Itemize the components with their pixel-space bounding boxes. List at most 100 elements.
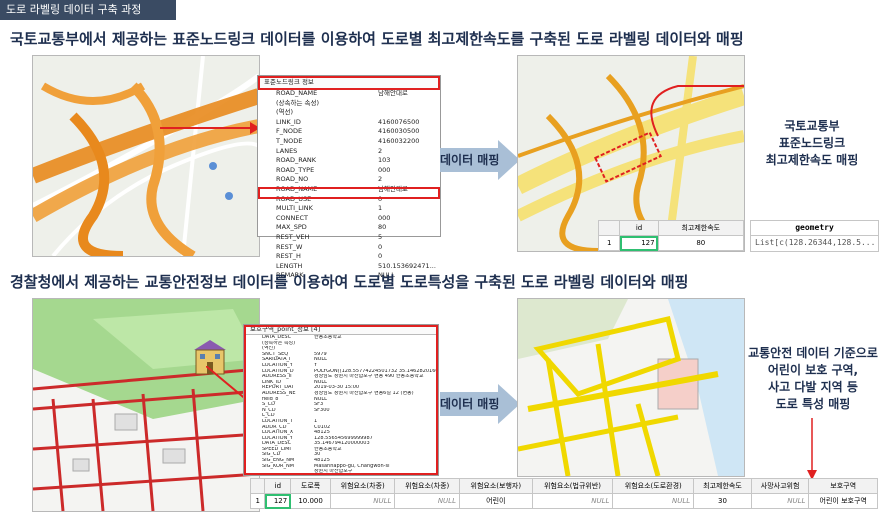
attr-key: ROAD_TYPE (276, 165, 315, 174)
table-header-cell (249, 478, 266, 494)
table-cell: 1 (597, 235, 621, 251)
attr-value: 2 (378, 146, 383, 155)
result-table-1: id 최고제한속도 1 127 80 (597, 220, 745, 251)
table-cell: NULL (750, 493, 810, 509)
attr-value: 4160076500 (378, 117, 420, 126)
section2-heading: 경찰청에서 제공하는 교통안전정보 데이터를 이용하여 도로별 도로특성을 구축… (10, 273, 689, 291)
attr-row: ROAD_RANK 103 (258, 156, 440, 166)
geometry-value: List[c(128.26344,128.5... (755, 238, 876, 247)
attr-row: (역선) (258, 108, 440, 118)
table-header-cell: 위험요소(보행자) (458, 478, 533, 494)
table-cell: 어린이 (458, 493, 533, 509)
attr-row: MULTI_LINK 1 (258, 204, 440, 214)
table-cell: 80 (657, 235, 745, 251)
attr-key: REST_W (276, 242, 303, 251)
attr-key: ROAD_RANK (276, 156, 317, 165)
attr-row: ROAD_NO 2 (258, 175, 440, 185)
attr-key: F_NODE (276, 127, 303, 136)
table-header-cell: 보호구역 (808, 478, 878, 494)
table-header-cell: 위험요소(법규위반) (531, 478, 614, 494)
attr-value: 5 (378, 232, 383, 241)
table-header-cell: 최고제한속도 (657, 220, 745, 236)
mapping-note-2: 교통안전 데이터 기준으로 어린이 보호 구역, 사고 다발 지역 등 도로 특… (748, 346, 878, 411)
table-cell: NULL (531, 493, 614, 509)
attr-row: LANES 2 (258, 147, 440, 157)
mapping-label-2: 데이터 매핑 (440, 397, 500, 411)
attr-row: REST_W 0 (258, 243, 440, 253)
table-cell: 127 (264, 493, 292, 509)
table-cell: 어린이 보호구역 (808, 493, 878, 509)
road-map-1 (32, 55, 260, 257)
table-header-cell (597, 220, 621, 236)
attr-key: LINK_ID (276, 117, 301, 126)
attr-value: 103 (378, 156, 391, 165)
attr-value: 80 (378, 223, 387, 232)
attr-value: 0 (378, 252, 383, 261)
safety-map-2 (517, 298, 745, 477)
geometry-header: geometry (751, 221, 878, 236)
table-header-cell: 도로폭 (290, 478, 331, 494)
attr-key: ROAD_NAME (276, 89, 318, 97)
highlight-safety-table (244, 325, 438, 475)
mapping-note-1: 국토교통부 표준노드링크 최고제한속도 매핑 (765, 119, 859, 167)
attr-key: CONNECT (276, 213, 308, 222)
attr-value: 000 (378, 165, 391, 174)
table-header-cell: 위험요소(차종) (394, 478, 460, 494)
attr-value (378, 108, 440, 118)
link-attribute-table: 표준노드링크 정보 ROAD_NAME 남해안대로 (상속하는 속성) (역선) LIN… (257, 75, 441, 279)
attr-key: (상속하는 속성) (276, 98, 320, 107)
attr-value: 0 (378, 242, 383, 251)
result-table-2: id 도로폭 위험요소(차종) 위험요소(차종) 위험요소(보행자) 위험요소(법규위반)… (249, 478, 878, 509)
link-arrow-1 (160, 122, 260, 134)
attr-key: LENGTH (276, 261, 303, 270)
highlight-header (258, 76, 440, 90)
attr-row: LINK_ID 4160076500 (258, 118, 440, 128)
safety-attribute-table: 보호구역_point_정보 [4] DATA_DESC 한동초등학교 (상속하는 속… (243, 324, 439, 476)
attr-value: 1 (378, 204, 383, 213)
table-cell: NULL (394, 493, 460, 509)
page-title: 도로 라벨링 데이터 구축 과정 (0, 0, 176, 20)
attr-row: CONNECT 000 (258, 214, 440, 224)
attr-row: T_NODE 4160032200 (258, 137, 440, 147)
attr-row: (상속하는 속성) (258, 99, 440, 109)
attr-key: MULTI_LINK (276, 204, 313, 213)
table-header-cell: id (264, 478, 292, 494)
attr-key: ROAD_NO (276, 175, 309, 184)
table-cell: NULL (329, 493, 396, 509)
attr-row: REST_H 0 (258, 252, 440, 262)
attr-value: 000 (378, 213, 391, 222)
table-cell: 1 (249, 493, 266, 509)
attr-key: REST_VEH (276, 232, 310, 241)
attr-key: (역선) (276, 108, 294, 117)
attr-key: MAX_SPD (276, 223, 307, 232)
attr-key: REST_H (276, 252, 301, 261)
attr-value (378, 99, 440, 109)
table-header-cell: 사망사고위험 (750, 478, 810, 494)
table-header-cell: 최고제한속도 (693, 478, 752, 494)
table-cell: 10.000 (290, 493, 331, 509)
table-header-cell: 위험요소(차종) (329, 478, 396, 494)
attr-row: F_NODE 4160030500 (258, 127, 440, 137)
table-cell: 127 (619, 235, 659, 251)
attr-value: 4160030500 (378, 127, 420, 136)
attr-value: 4160032200 (378, 136, 420, 145)
note-arrow-2 (807, 418, 817, 480)
attr-row: REST_VEH 5 (258, 233, 440, 243)
table-cell: NULL (612, 493, 695, 509)
geometry-cell: geometry List[c(128.26344,128.5... (750, 220, 879, 252)
mapping-label-1: 데이터 매핑 (440, 153, 500, 167)
attr-row: ROAD_NAME 남해안대로 (258, 89, 440, 99)
attr-row: ROAD_TYPE 000 (258, 166, 440, 176)
table-header-cell: id (619, 220, 659, 236)
attr-row: LENGTH 510.153692471... (258, 262, 440, 272)
attr-value: 510.153692471... (378, 261, 436, 270)
section1-heading: 국토교통부에서 제공하는 표준노드링크 데이터를 이용하여 도로별 최고제한속도… (10, 30, 744, 48)
attr-key: T_NODE (276, 136, 303, 145)
attr-value: 2 (378, 175, 383, 184)
table-cell: 30 (693, 493, 752, 509)
attr-value: 남해안대로 (378, 89, 408, 97)
attr-row: MAX_SPD 80 (258, 223, 440, 233)
attr-key: LANES (276, 146, 298, 155)
table-header-cell: 위험요소(도로환경) (612, 478, 695, 494)
highlight-max-speed (258, 187, 440, 199)
